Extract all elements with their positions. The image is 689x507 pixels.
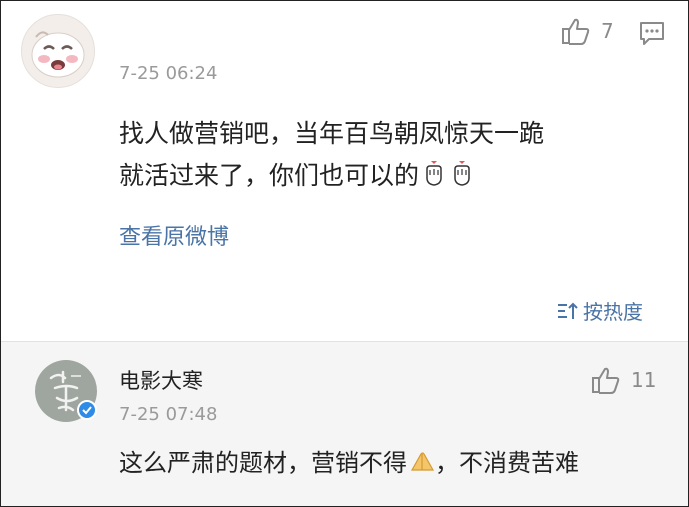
cartoon-face-icon — [31, 31, 85, 78]
thumbs-up-icon — [592, 367, 620, 394]
comment-icon — [640, 22, 664, 45]
comment-time: 7-25 06:24 — [119, 63, 218, 84]
like-button[interactable]: 7 — [561, 17, 614, 45]
comment-line-2: 就活过来了，你们也可以的 — [119, 155, 544, 200]
comment-panel: 7-25 06:24 7 找人做营销吧，当年百鸟朝凤惊天一跪 就活过来了，你们也… — [0, 0, 689, 507]
comment-button[interactable] — [638, 20, 666, 52]
comment-line-1: 找人做营销吧，当年百鸟朝凤惊天一跪 — [119, 119, 545, 148]
reply-time: 7-25 07:48 — [119, 404, 218, 425]
sort-label: 按热度 — [583, 300, 643, 324]
main-comment: 7-25 06:24 7 找人做营销吧，当年百鸟朝凤惊天一跪 就活过来了，你们也… — [1, 1, 688, 341]
comment-text: 找人做营销吧，当年百鸟朝凤惊天一跪 就活过来了，你们也可以的 — [119, 113, 544, 200]
reply-like-count: 11 — [631, 368, 657, 392]
sort-icon — [558, 302, 578, 319]
reply-like-button[interactable]: 11 — [591, 366, 656, 394]
thumbs-up-icon — [562, 18, 590, 45]
like-count: 7 — [601, 19, 614, 43]
verified-badge-icon — [77, 400, 97, 420]
view-original-link[interactable]: 查看原微博 — [119, 219, 229, 251]
reply-comment: 电影大寒 7-25 07:48 11 这么严肃的题材，营销不得 ，不消费苦难 — [1, 341, 688, 506]
commenter-avatar[interactable] — [21, 14, 95, 88]
pray-hands-emoji-icon — [409, 445, 435, 487]
heart-hands-emoji-icon-2 — [449, 158, 475, 200]
reply-username[interactable]: 电影大寒 — [119, 365, 203, 395]
heart-hands-emoji-icon — [421, 158, 447, 200]
reply-text: 这么严肃的题材，营销不得 ，不消费苦难 — [119, 442, 579, 487]
sort-by-hot-button[interactable]: 按热度 — [557, 296, 643, 325]
